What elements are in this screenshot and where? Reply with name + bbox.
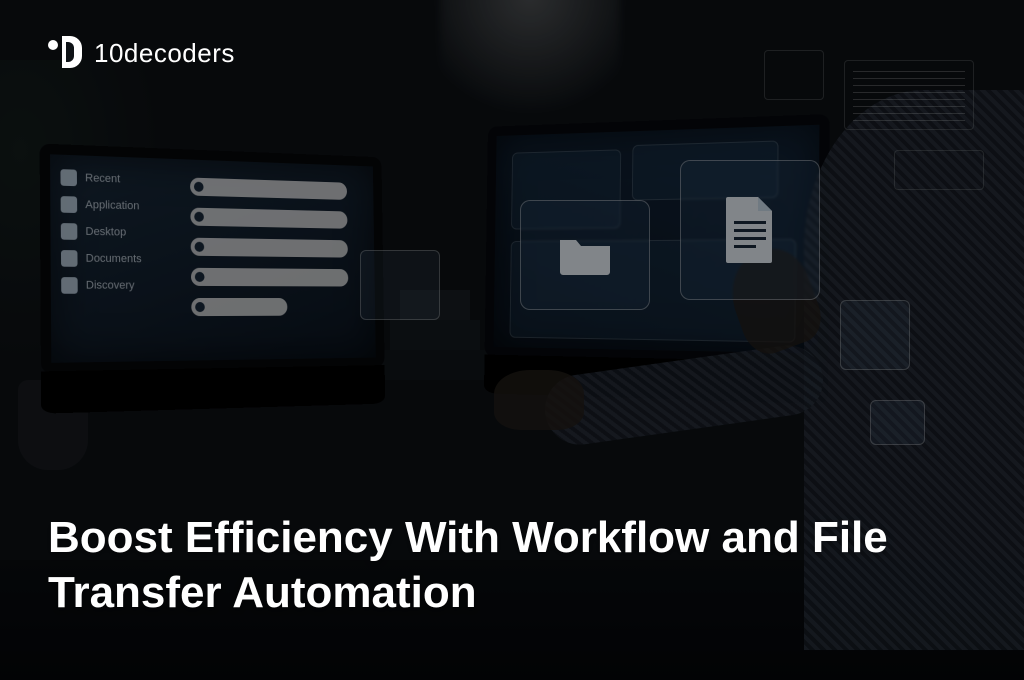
hero-headline: Boost Efficiency With Workflow and File … <box>48 510 948 620</box>
brand-mark-icon <box>48 36 82 70</box>
brand-logo: 10decoders <box>48 36 235 70</box>
hero-banner: Recent Application Desktop Documents Dis… <box>0 0 1024 680</box>
brand-name: 10decoders <box>94 38 235 69</box>
